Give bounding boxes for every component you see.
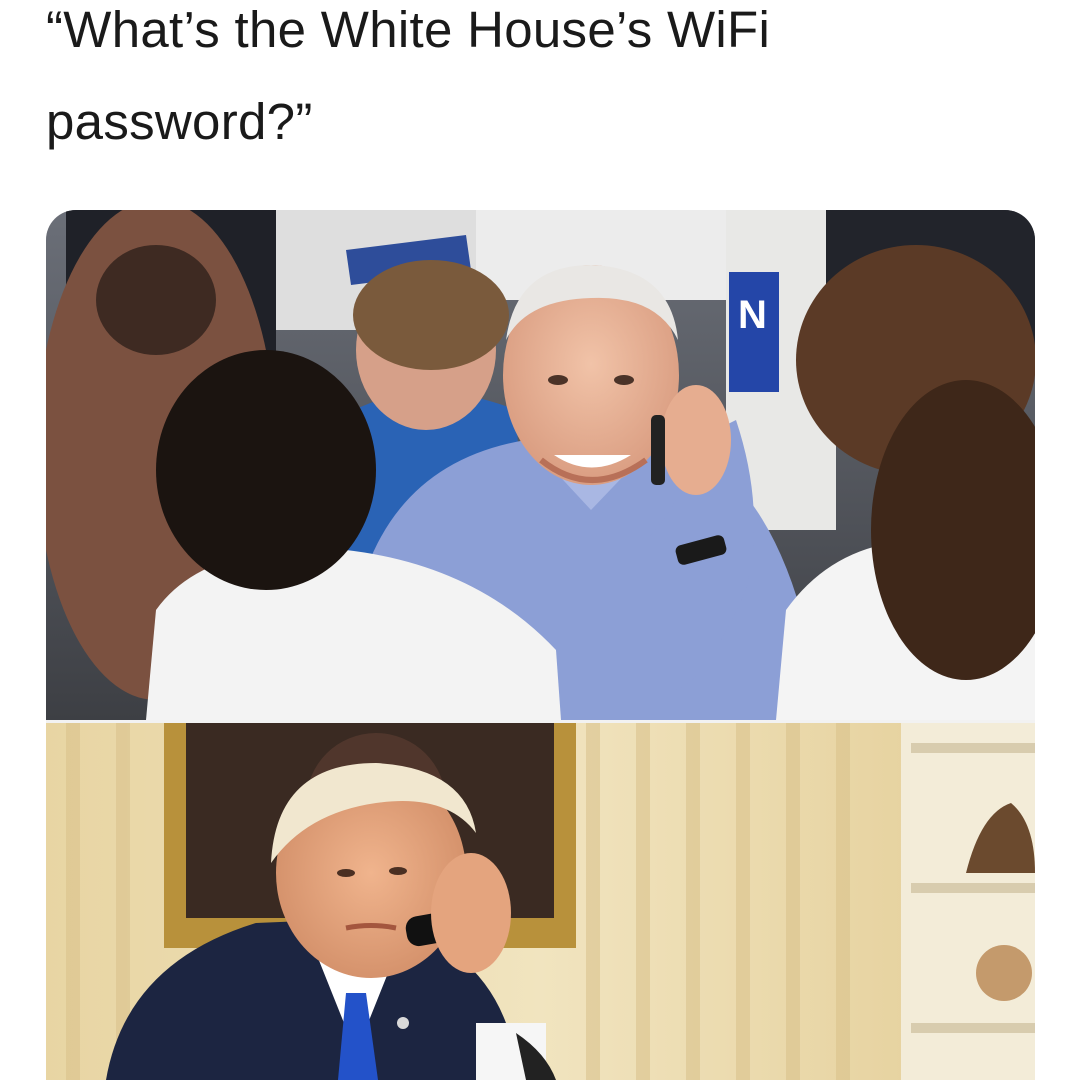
bottom-photo-illustration bbox=[46, 723, 1035, 1080]
sign-letter: N bbox=[738, 293, 767, 337]
photo-stack: N bbox=[46, 210, 1035, 1080]
phone-icon bbox=[651, 415, 665, 485]
top-photo-illustration: N bbox=[46, 210, 1035, 720]
lapel-pin-icon bbox=[397, 1017, 409, 1029]
subject-hand bbox=[661, 385, 731, 495]
foreground-person-hair bbox=[156, 350, 376, 590]
photo-top-smiling-caller: N bbox=[46, 210, 1035, 720]
caption-line-1: “What’s the White House’s WiFi bbox=[46, 1, 771, 58]
photo-bottom-serious-caller bbox=[46, 723, 1035, 1080]
decorative-plate bbox=[976, 945, 1032, 1001]
caption-line-2: password?” bbox=[46, 93, 313, 150]
subject-hand bbox=[431, 853, 511, 973]
meme-caption: “What’s the White House’s WiFi password?… bbox=[46, 0, 1046, 168]
